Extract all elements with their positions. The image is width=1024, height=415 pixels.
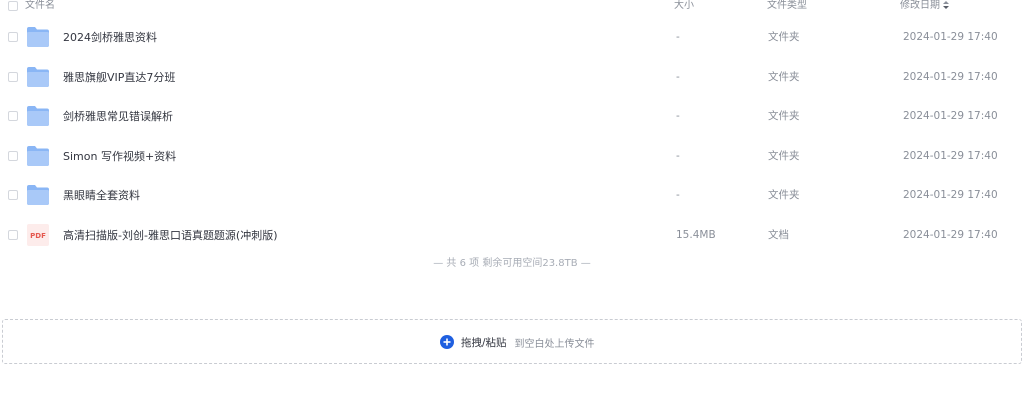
- folder-icon: [27, 27, 49, 47]
- storage-summary: — 共 6 项 剩余可用空间23.8TB —: [433, 258, 591, 269]
- file-name[interactable]: 雅思旗舰VIP直达7分班: [63, 58, 175, 97]
- file-type: 文件夹: [768, 150, 800, 162]
- upload-prompt: 拖拽/粘贴 到空白处上传文件: [440, 335, 595, 350]
- file-name[interactable]: 2024剑桥雅思资料: [63, 18, 157, 57]
- row-checkbox[interactable]: [8, 151, 18, 161]
- file-date: 2024-01-29 17:40: [903, 150, 998, 162]
- file-type: 文档: [768, 229, 789, 241]
- file-size: -: [676, 150, 680, 162]
- pdf-icon-label: PDF: [30, 232, 46, 240]
- column-header-size[interactable]: 大小: [674, 0, 694, 12]
- file-row[interactable]: 雅思旗舰VIP直达7分班 - 文件夹 2024-01-29 17:40: [0, 58, 1024, 97]
- folder-icon: [27, 67, 49, 87]
- row-checkbox[interactable]: [8, 190, 18, 200]
- plus-circle-icon: [440, 335, 454, 349]
- folder-icon: [27, 146, 49, 166]
- folder-icon: [27, 106, 49, 126]
- file-list-header: 文件名 大小 文件类型 修改日期: [0, 0, 1024, 12]
- file-date: 2024-01-29 17:40: [903, 229, 998, 241]
- file-date: 2024-01-29 17:40: [903, 189, 998, 201]
- column-header-date-label: 修改日期: [900, 0, 940, 11]
- file-type: 文件夹: [768, 189, 800, 201]
- file-size: 15.4MB: [676, 229, 716, 241]
- file-name[interactable]: 黑眼睛全套资料: [63, 176, 140, 215]
- column-header-date[interactable]: 修改日期: [900, 0, 950, 12]
- file-size: -: [676, 189, 680, 201]
- file-row[interactable]: Simon 写作视频+资料 - 文件夹 2024-01-29 17:40: [0, 137, 1024, 176]
- upload-main-text: 拖拽/粘贴: [461, 336, 507, 349]
- file-row[interactable]: 剑桥雅思常见错误解析 - 文件夹 2024-01-29 17:40: [0, 97, 1024, 136]
- folder-icon: [27, 185, 49, 205]
- upload-dropzone[interactable]: 拖拽/粘贴 到空白处上传文件: [2, 319, 1022, 364]
- file-date: 2024-01-29 17:40: [903, 71, 998, 83]
- select-all-checkbox[interactable]: [8, 1, 18, 11]
- row-checkbox[interactable]: [8, 72, 18, 82]
- pdf-icon: PDF: [27, 224, 49, 246]
- file-size: -: [676, 31, 680, 43]
- column-header-type[interactable]: 文件类型: [767, 0, 807, 12]
- file-type: 文件夹: [768, 71, 800, 83]
- file-date: 2024-01-29 17:40: [903, 110, 998, 122]
- file-type: 文件夹: [768, 110, 800, 122]
- file-name[interactable]: 剑桥雅思常见错误解析: [63, 97, 173, 136]
- row-checkbox[interactable]: [8, 230, 18, 240]
- file-date: 2024-01-29 17:40: [903, 31, 998, 43]
- file-type: 文件夹: [768, 31, 800, 43]
- row-checkbox[interactable]: [8, 32, 18, 42]
- column-header-name[interactable]: 文件名: [25, 0, 55, 12]
- file-size: -: [676, 71, 680, 83]
- upload-hint-text: 到空白处上传文件: [514, 338, 595, 350]
- file-size: -: [676, 110, 680, 122]
- file-name[interactable]: 高清扫描版-刘创-雅思口语真题题源(冲刺版): [63, 216, 278, 255]
- file-row[interactable]: 2024剑桥雅思资料 - 文件夹 2024-01-29 17:40: [0, 18, 1024, 57]
- sort-icon[interactable]: [942, 0, 950, 10]
- file-name[interactable]: Simon 写作视频+资料: [63, 137, 176, 176]
- file-row[interactable]: PDF 高清扫描版-刘创-雅思口语真题题源(冲刺版) 15.4MB 文档 202…: [0, 216, 1024, 255]
- row-checkbox[interactable]: [8, 111, 18, 121]
- file-row[interactable]: 黑眼睛全套资料 - 文件夹 2024-01-29 17:40: [0, 176, 1024, 215]
